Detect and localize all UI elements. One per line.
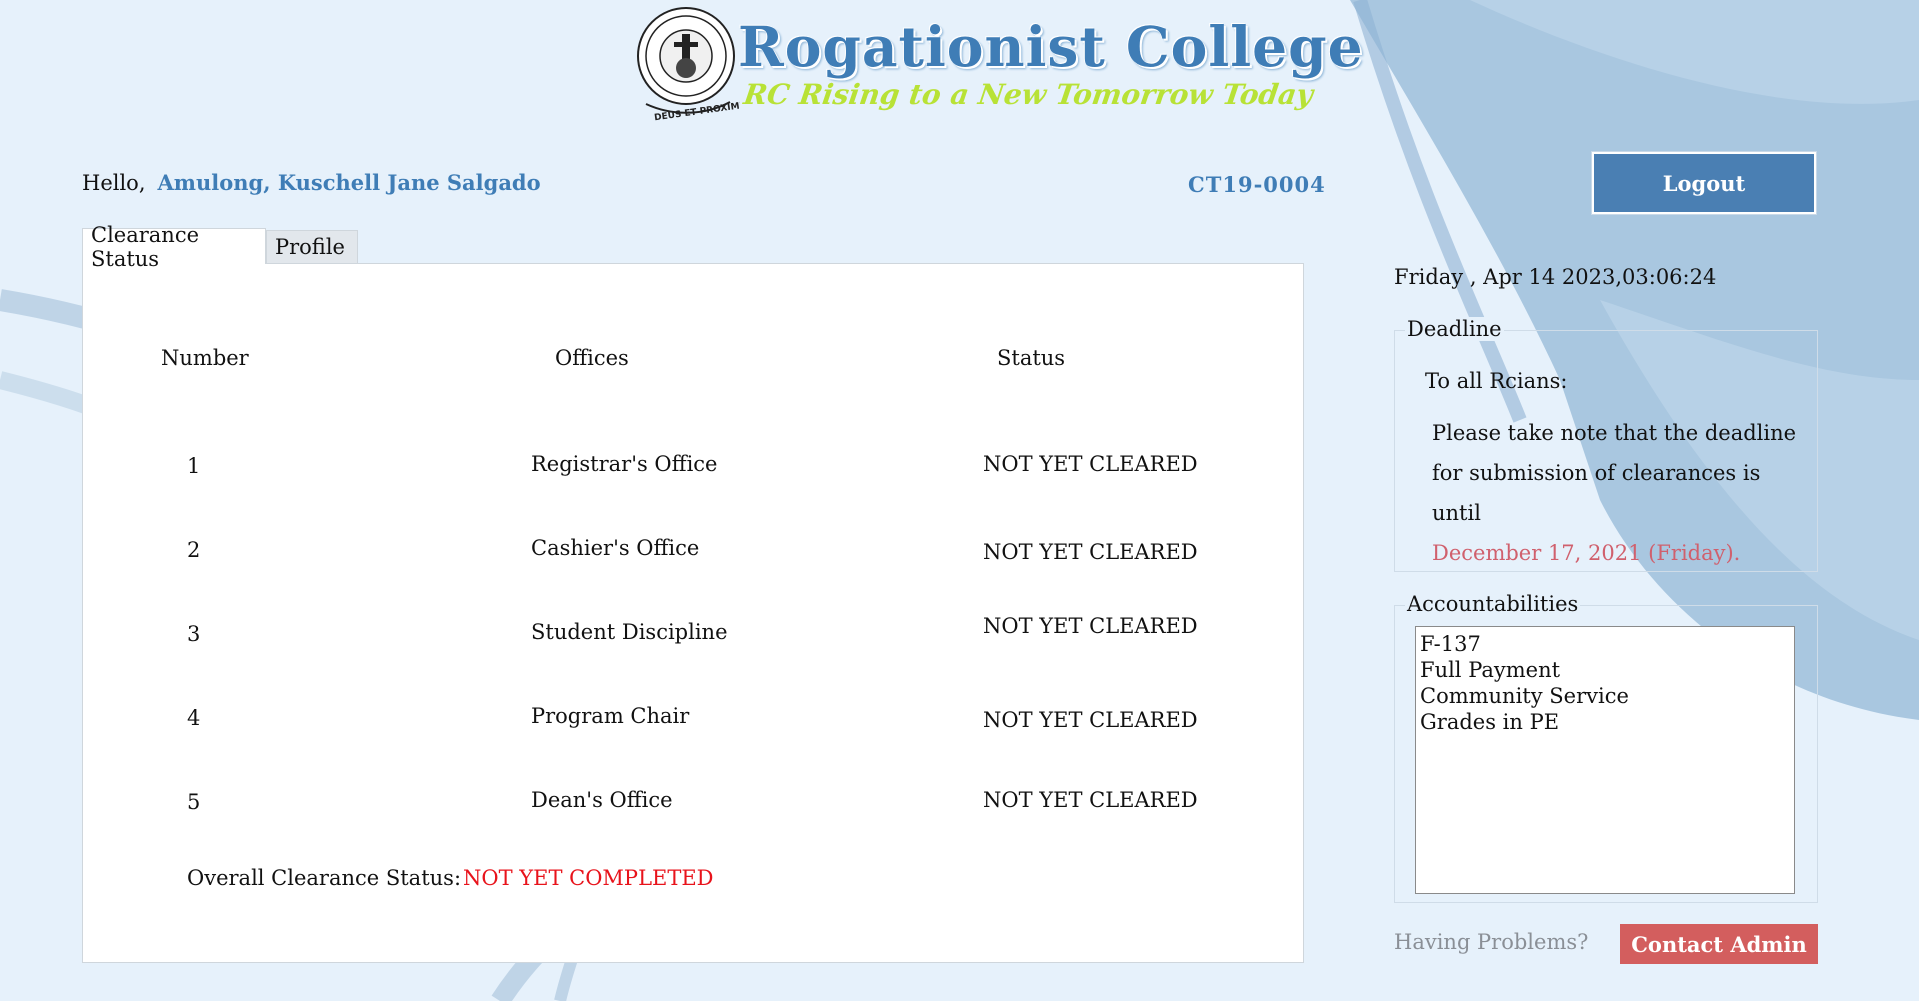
accountabilities-legend: Accountabilities <box>1405 592 1581 616</box>
having-problems-text: Having Problems? <box>1394 930 1589 954</box>
row-number: 2 <box>187 538 201 562</box>
current-datetime: Friday , Apr 14 2023,03:06:24 <box>1394 265 1717 289</box>
row-status: NOT YET CLEARED <box>983 540 1198 564</box>
tab-profile[interactable]: Profile <box>266 230 358 264</box>
student-id: CT19-0004 <box>1188 172 1326 197</box>
site-logo: DEUS ET PROXIMUS Rogationist College RC … <box>632 6 1363 126</box>
deadline-message-text: Please take note that the deadline for s… <box>1432 421 1797 525</box>
list-item: Grades in PE <box>1420 710 1560 734</box>
column-header-offices: Offices <box>555 346 629 370</box>
row-number: 1 <box>187 454 201 478</box>
user-name: Amulong, Kuschell Jane Salgado <box>157 170 541 195</box>
row-status: NOT YET CLEARED <box>983 614 1198 638</box>
brand-tagline: RC Rising to a New Tomorrow Today <box>741 78 1316 111</box>
column-header-number: Number <box>161 346 249 370</box>
accountabilities-list[interactable]: F-137 Full Payment Community Service Gra… <box>1415 626 1795 894</box>
overall-status-value: NOT YET COMPLETED <box>463 866 714 890</box>
overall-status-label: Overall Clearance Status: <box>187 866 462 890</box>
row-office: Dean's Office <box>531 788 673 812</box>
row-status: NOT YET CLEARED <box>983 708 1198 732</box>
list-item: Community Service <box>1420 684 1629 708</box>
deadline-greeting: To all Rcians: <box>1425 369 1568 393</box>
clearance-panel: Number Offices Status 1 Registrar's Offi… <box>82 263 1304 963</box>
greeting-hello: Hello, <box>82 171 146 195</box>
row-office: Registrar's Office <box>531 452 718 476</box>
row-office: Program Chair <box>531 704 690 728</box>
row-status: NOT YET CLEARED <box>983 452 1198 476</box>
row-number: 4 <box>187 706 201 730</box>
college-seal-icon: DEUS ET PROXIMUS <box>637 7 740 123</box>
row-number: 3 <box>187 622 201 646</box>
tab-clearance-status[interactable]: Clearance Status <box>82 223 266 271</box>
deadline-date: December 17, 2021 (Friday). <box>1432 541 1741 565</box>
brand-title: Rogationist College <box>738 14 1364 79</box>
row-office: Cashier's Office <box>531 536 700 560</box>
list-item: F-137 <box>1420 632 1481 656</box>
row-status: NOT YET CLEARED <box>983 788 1198 812</box>
deadline-legend: Deadline <box>1405 317 1504 341</box>
accountabilities-box: Accountabilities F-137 Full Payment Comm… <box>1394 592 1818 903</box>
greeting: Hello, Amulong, Kuschell Jane Salgado <box>82 170 541 195</box>
contact-admin-button[interactable]: Contact Admin <box>1620 924 1818 964</box>
logout-button[interactable]: Logout <box>1592 152 1816 214</box>
deadline-message: Please take note that the deadline for s… <box>1432 413 1812 573</box>
column-header-status: Status <box>997 346 1066 370</box>
list-item: Full Payment <box>1420 658 1561 682</box>
row-office: Student Discipline <box>531 620 728 644</box>
deadline-box: Deadline To all Rcians: Please take note… <box>1394 317 1818 573</box>
row-number: 5 <box>187 790 201 814</box>
